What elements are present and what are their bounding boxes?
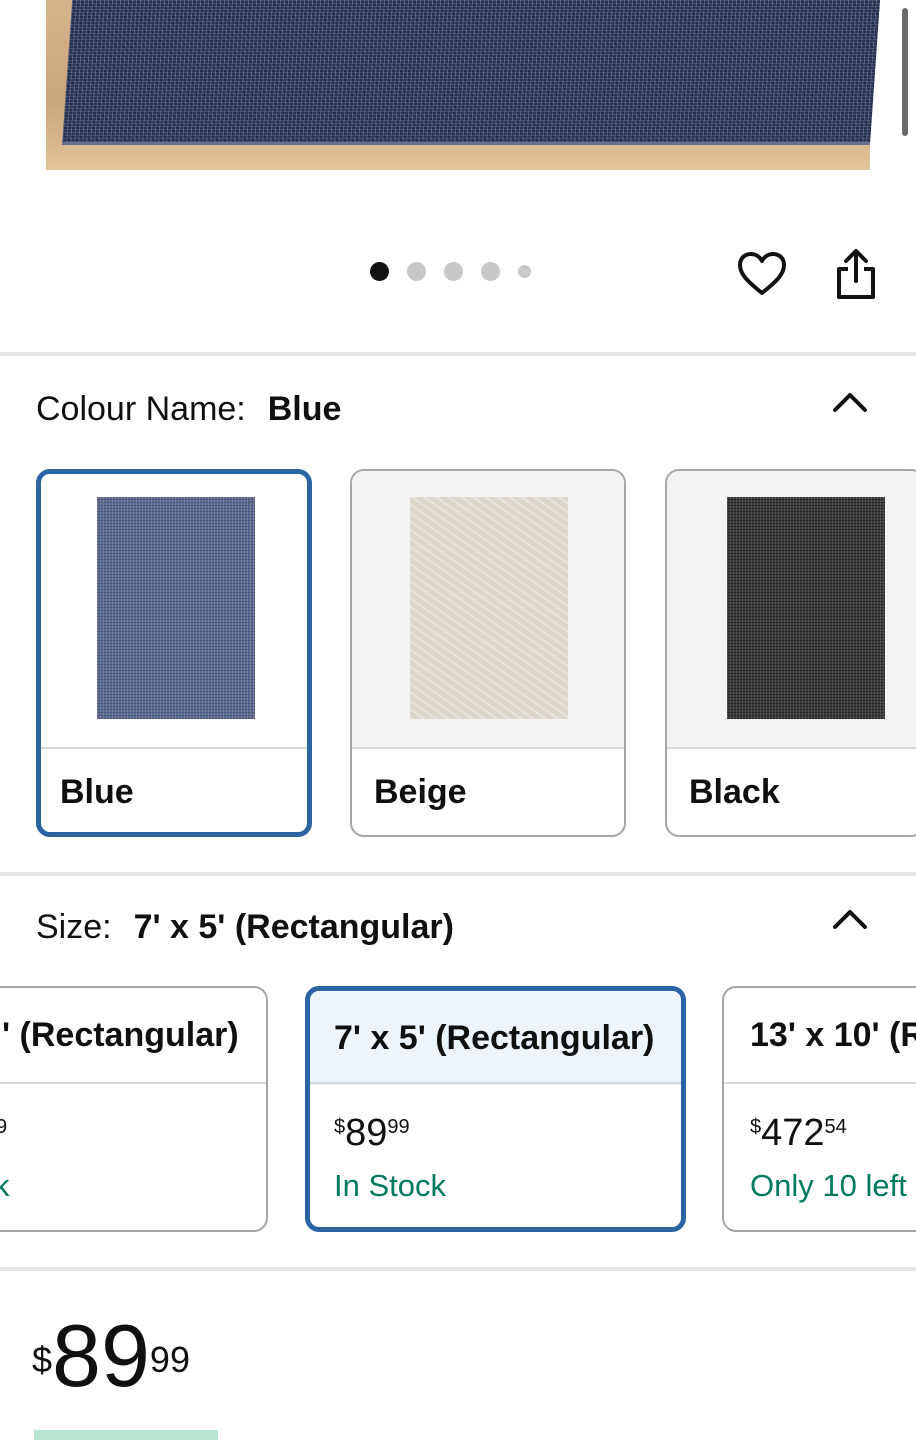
chevron-up-icon[interactable] <box>830 386 870 416</box>
size-option-price: $8999 <box>334 1112 410 1154</box>
carousel-dot[interactable] <box>407 262 426 281</box>
size-label: Size: <box>36 908 112 946</box>
colour-option-beige[interactable]: Beige <box>350 469 626 837</box>
price-currency: $ <box>32 1339 53 1380</box>
swatch-label: Black <box>689 773 780 811</box>
heart-icon[interactable] <box>734 246 790 302</box>
carousel-indicator <box>370 262 531 281</box>
deal-badge <box>34 1430 218 1440</box>
divider <box>0 1267 916 1271</box>
colour-label: Colour Name: <box>36 390 246 428</box>
colour-header: Colour Name: Blue <box>36 390 341 429</box>
divider <box>310 1082 681 1084</box>
size-selected-value: 7' x 5' (Rectangular) <box>133 908 454 946</box>
size-option-availability: k <box>0 1168 10 1204</box>
size-option-card[interactable]: 13' x 10' (R $47254 Only 10 left <box>722 986 916 1232</box>
size-option-label: ' (Rectangular) <box>2 1015 239 1054</box>
size-option-price: 9 <box>0 1112 7 1155</box>
price-whole: 89 <box>52 1306 150 1405</box>
size-option-price: $47254 <box>750 1112 847 1154</box>
swatch-label: Blue <box>60 773 134 811</box>
size-option-availability: Only 10 left <box>750 1168 907 1203</box>
size-option-label: 13' x 10' (R <box>750 1015 916 1054</box>
divider <box>0 872 916 876</box>
carousel-dot[interactable] <box>518 265 531 278</box>
size-option-card-selected[interactable]: 7' x 5' (Rectangular) $8999 In Stock <box>305 986 686 1232</box>
carousel-dot[interactable] <box>444 262 463 281</box>
colour-option-black[interactable]: Black <box>665 469 916 837</box>
swatch-image <box>410 497 568 719</box>
size-option-card[interactable]: ' (Rectangular) 9 k <box>0 986 268 1232</box>
product-price: $8999 <box>32 1312 190 1400</box>
price-fraction: 99 <box>149 1339 190 1380</box>
colour-option-blue[interactable]: Blue <box>36 469 312 837</box>
carousel-dot[interactable] <box>481 262 500 281</box>
share-icon[interactable] <box>828 244 884 304</box>
divider <box>0 1082 266 1084</box>
swatch-image <box>97 497 255 719</box>
chevron-up-icon[interactable] <box>830 903 870 933</box>
swatch-label: Beige <box>374 773 467 811</box>
divider <box>724 1082 916 1084</box>
size-option-availability: In Stock <box>334 1168 446 1203</box>
carousel-dot[interactable] <box>370 262 389 281</box>
divider <box>0 352 916 356</box>
size-header: Size: 7' x 5' (Rectangular) <box>36 908 454 947</box>
size-option-label: 7' x 5' (Rectangular) <box>310 991 681 1085</box>
divider <box>667 747 916 749</box>
product-image-rug <box>62 0 880 145</box>
colour-selected-value: Blue <box>267 390 342 428</box>
scrollbar[interactable] <box>902 8 908 136</box>
divider <box>41 747 307 749</box>
divider <box>352 747 624 749</box>
swatch-image <box>727 497 885 719</box>
